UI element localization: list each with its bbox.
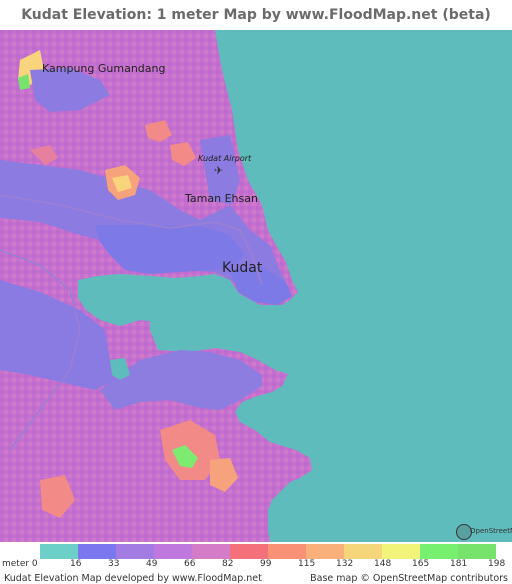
legend-swatch (154, 544, 192, 559)
legend-tick-label: 198 (488, 559, 506, 569)
legend-swatch (458, 544, 496, 559)
legend-tick-label: 181 (450, 559, 468, 569)
legend-swatch (78, 544, 116, 559)
legend-swatch (306, 544, 344, 559)
legend-swatch (230, 544, 268, 559)
airport-icon: ✈ (214, 164, 224, 177)
place-label-kampung-gumandang: Kampung Gumandang (42, 62, 166, 75)
legend-swatches (40, 544, 496, 559)
place-label-kudat: Kudat (222, 260, 263, 276)
legend-swatch (344, 544, 382, 559)
legend-tick-label: 16 (70, 559, 82, 569)
legend-tick-label: 49 (146, 559, 158, 569)
legend-tick-label: 165 (412, 559, 430, 569)
legend-tick-label: 66 (184, 559, 196, 569)
credit-left: Kudat Elevation Map developed by www.Flo… (4, 573, 262, 584)
legend-swatch (420, 544, 458, 559)
legend-swatch (192, 544, 230, 559)
legend-unit-label: meter 0 (2, 559, 38, 569)
page-title: Kudat Elevation: 1 meter Map by www.Floo… (21, 7, 491, 23)
legend-swatch (116, 544, 154, 559)
legend-tick-label: 132 (336, 559, 354, 569)
osm-logo-text: OpenStreetMap (470, 527, 512, 535)
legend-tick-label: 99 (260, 559, 272, 569)
place-label-kudat-airport: Kudat Airport (198, 154, 252, 163)
legend-swatch (40, 544, 78, 559)
credit-right: Base map © OpenStreetMap contributors (310, 573, 508, 584)
elevation-map[interactable]: Kampung Gumandang Kudat Airport ✈ Taman … (0, 30, 512, 542)
place-label-taman-ehsan: Taman Ehsan (185, 192, 258, 205)
legend-scale: meter 0 16 33 49 66 82 99 115 132 148 165 181 198 (0, 542, 512, 569)
legend-tick-label: 82 (222, 559, 234, 569)
legend-swatch (268, 544, 306, 559)
legend-tick-label: 33 (108, 559, 120, 569)
legend: meter 0 16 33 49 66 82 99 115 132 148 165 181 198 Ku… (0, 542, 512, 584)
map-canvas (0, 30, 512, 542)
legend-swatch (382, 544, 420, 559)
legend-tick-label: 115 (298, 559, 316, 569)
legend-tick-label: 148 (374, 559, 392, 569)
